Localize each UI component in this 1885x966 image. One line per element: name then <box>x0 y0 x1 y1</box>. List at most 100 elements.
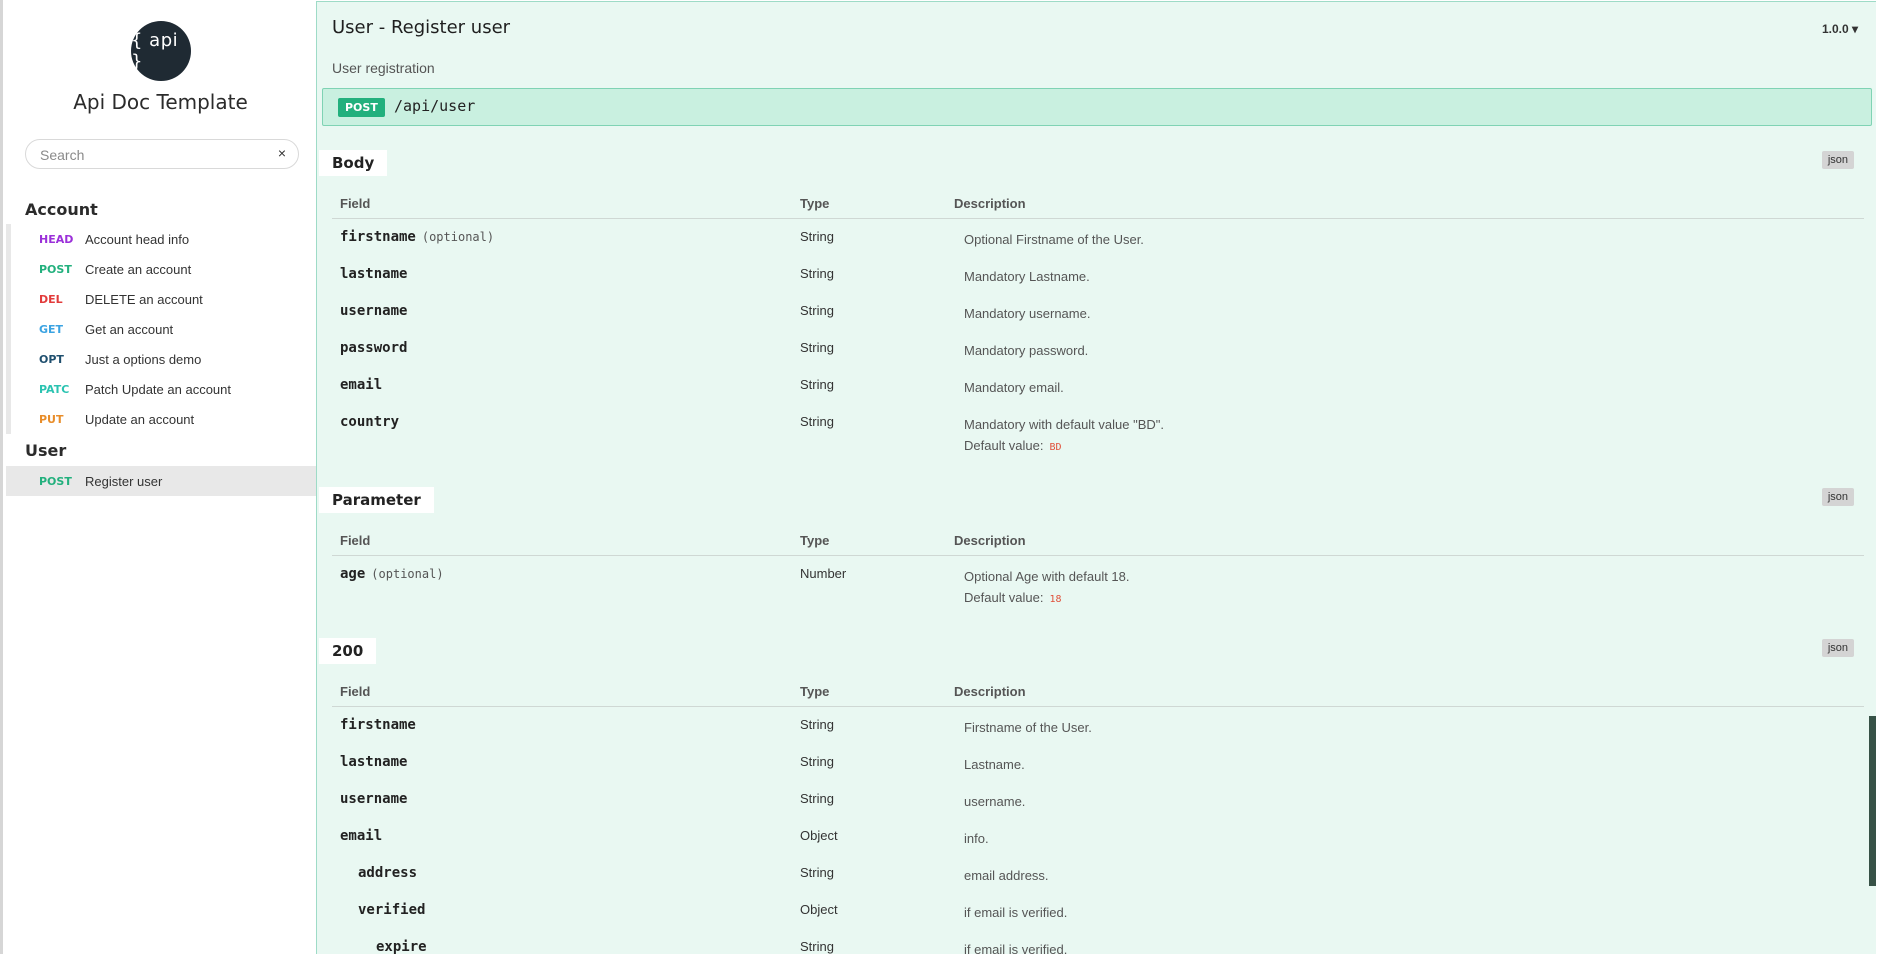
app-title: Api Doc Template <box>73 90 248 114</box>
field-type: String <box>800 414 834 429</box>
table-header: Field Type Description <box>332 676 1864 707</box>
version-dropdown[interactable]: 1.0.0 ▾ <box>1822 22 1858 36</box>
header-field: Field <box>340 684 371 699</box>
field-description: if email is verified. <box>964 905 1068 920</box>
sidebar-item-create-account[interactable]: POST Create an account <box>6 254 318 284</box>
field-type: String <box>800 266 834 281</box>
field-type: String <box>800 791 834 806</box>
table-header: Field Type Description <box>332 188 1864 219</box>
sidebar-item-label: Just a options demo <box>85 351 202 367</box>
table-row: country String Mandatory with default va… <box>332 404 1864 461</box>
header-description: Description <box>954 533 1026 548</box>
json-toggle-button[interactable]: json <box>1821 639 1854 657</box>
field-description: Mandatory password. <box>964 343 1089 358</box>
field-description: info. <box>964 831 989 846</box>
default-value-label: Default value: <box>964 590 1044 605</box>
method-badge: GET <box>39 322 64 336</box>
sidebar-item-account-head-info[interactable]: HEAD Account head info <box>6 224 318 254</box>
endpoint-bar: POST /api/user <box>322 88 1872 126</box>
method-badge: HEAD <box>39 232 74 246</box>
table-row: lastname String Lastname. <box>332 744 1864 781</box>
table-row: password String Mandatory password. <box>332 330 1864 367</box>
field-name: expire <box>376 939 427 955</box>
section-title-body: Body <box>319 150 388 176</box>
field-description: email address. <box>964 868 1049 883</box>
json-toggle-button[interactable]: json <box>1821 488 1854 506</box>
method-badge: OPT <box>39 352 64 366</box>
optional-tag: (optional) <box>371 567 444 581</box>
nav-list-account: HEAD Account head info POST Create an ac… <box>6 224 318 434</box>
sidebar-item-label: Update an account <box>85 411 195 427</box>
table-row: username String Mandatory username. <box>332 293 1864 330</box>
field-type: String <box>800 340 834 355</box>
close-icon[interactable]: × <box>278 145 286 161</box>
sidebar-item-label: Register user <box>85 473 163 489</box>
api-logo: { api } <box>131 21 191 81</box>
field-name: firstname <box>340 717 416 733</box>
table-row: expire String if email is verified. <box>332 929 1864 966</box>
sidebar-item-label: Account head info <box>85 231 190 247</box>
field-type: String <box>800 939 834 954</box>
field-name: lastname <box>340 754 408 770</box>
header-description: Description <box>954 684 1026 699</box>
field-description: Firstname of the User. <box>964 720 1092 735</box>
field-name: email <box>340 377 383 393</box>
header-type: Type <box>800 533 830 548</box>
field-type: String <box>800 717 834 732</box>
field-name: password <box>340 340 408 356</box>
response-table: Field Type Description firstname String … <box>332 676 1864 966</box>
header-field: Field <box>340 533 371 548</box>
method-badge: PATC <box>39 382 70 396</box>
sidebar-item-patch-account[interactable]: PATC Patch Update an account <box>6 374 318 404</box>
sidebar-item-label: Create an account <box>85 261 192 277</box>
page-subtitle: User registration <box>332 60 435 76</box>
field-type: String <box>800 865 834 880</box>
table-row: firstname (optional) String Optional Firs… <box>332 219 1864 256</box>
sidebar-item-update-account[interactable]: PUT Update an account <box>6 404 318 434</box>
sidebar-item-register-user[interactable]: POST Register user <box>6 466 318 496</box>
field-type: Object <box>800 828 838 843</box>
sidebar-item-label: Get an account <box>85 321 174 337</box>
field-name: age (optional) <box>340 566 444 582</box>
header-type: Type <box>800 196 830 211</box>
sidebar-item-label: DELETE an account <box>85 291 203 307</box>
endpoint-path: /api/user <box>394 97 476 115</box>
table-row: age (optional) Number Optional Age with d… <box>332 556 1864 613</box>
sidebar: { api } Api Doc Template × Account HEAD … <box>0 0 318 954</box>
field-description: Optional Age with default 18. Default va… <box>964 569 1130 605</box>
table-row: email Object info. <box>332 818 1864 855</box>
table-row: verified Object if email is verified. <box>332 892 1864 929</box>
field-description: Mandatory with default value "BD". Defau… <box>964 417 1164 453</box>
sidebar-item-delete-account[interactable]: DEL DELETE an account <box>6 284 318 314</box>
method-badge: POST <box>338 98 385 117</box>
field-description: Mandatory Lastname. <box>964 269 1090 284</box>
search-input[interactable] <box>38 140 262 170</box>
json-toggle-button[interactable]: json <box>1821 151 1854 169</box>
method-badge: DEL <box>39 292 63 306</box>
field-name: lastname <box>340 266 408 282</box>
table-row: username String username. <box>332 781 1864 818</box>
main-content: User - Register user 1.0.0 ▾ User regist… <box>316 1 1876 957</box>
field-description: Lastname. <box>964 757 1025 772</box>
sidebar-item-options-demo[interactable]: OPT Just a options demo <box>6 344 318 374</box>
field-type: Number <box>800 566 847 581</box>
parameter-table: Field Type Description age (optional) Num… <box>332 525 1864 613</box>
field-type: String <box>800 377 834 392</box>
field-description: if email is verified. <box>964 942 1068 957</box>
field-name: country <box>340 414 400 430</box>
header-description: Description <box>954 196 1026 211</box>
field-name: username <box>340 791 408 807</box>
table-row: firstname String Firstname of the User. <box>332 707 1864 744</box>
field-type: String <box>800 754 834 769</box>
method-badge: PUT <box>39 412 64 426</box>
field-name: address <box>358 865 418 881</box>
scrollbar-thumb[interactable] <box>1869 716 1876 886</box>
nav-group-user: User <box>25 441 67 460</box>
sidebar-item-get-account[interactable]: GET Get an account <box>6 314 318 344</box>
field-type: String <box>800 303 834 318</box>
field-name: firstname (optional) <box>340 229 495 245</box>
field-name: username <box>340 303 408 319</box>
field-description: Mandatory username. <box>964 306 1091 321</box>
field-type: Object <box>800 902 838 917</box>
method-badge: POST <box>39 474 72 488</box>
